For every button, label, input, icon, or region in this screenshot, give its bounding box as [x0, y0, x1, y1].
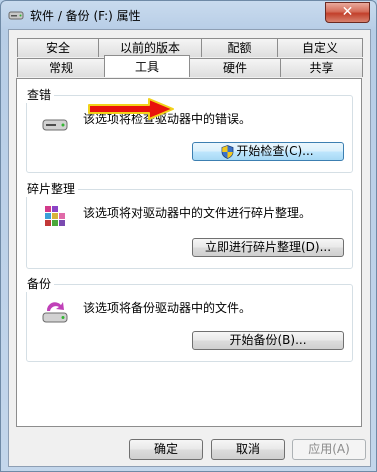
tab-security[interactable]: 安全: [17, 38, 99, 57]
defrag-icon: [45, 206, 65, 226]
backup-description: 该选项将备份驱动器中的文件。: [83, 301, 252, 315]
tab-general[interactable]: 常规: [17, 58, 105, 77]
tab-hardware[interactable]: 硬件: [189, 58, 281, 77]
properties-window: 软件 / 备份 (F:) 属性 ✕ 安全 以前的版本 配额 自定义 常规 工具 …: [0, 0, 377, 472]
cancel-button[interactable]: 取消: [211, 439, 285, 460]
apply-button[interactable]: 应用(A): [292, 439, 366, 460]
dialog-client-area: 安全 以前的版本 配额 自定义 常规 工具 硬件 共享 查错 该选项将检查驱动器…: [8, 29, 371, 467]
defrag-title: 碎片整理: [24, 180, 79, 197]
window-title: 软件 / 备份 (F:) 属性: [30, 9, 141, 23]
uac-shield-icon: [221, 145, 234, 159]
drive-icon: [8, 11, 24, 20]
error-check-group: 查错 该选项将检查驱动器中的错误。 开始检查(C)...: [24, 86, 353, 173]
backup-group: 备份 该选项将备份驱动器中的文件。 开始备份(B)...: [24, 275, 353, 362]
defrag-description: 该选项将对驱动器中的文件进行碎片整理。: [83, 206, 312, 220]
defrag-group: 碎片整理 该选项将对驱动器中的文件进行碎片整理。 立即进行碎片整理(D)...: [24, 180, 353, 269]
backup-icon: [42, 302, 68, 323]
backup-title: 备份: [24, 275, 55, 292]
start-backup-button[interactable]: 开始备份(B)...: [192, 331, 344, 350]
tools-panel: 查错 该选项将检查驱动器中的错误。 开始检查(C)... 碎片整理 该选项将对驱…: [16, 78, 362, 427]
start-check-button[interactable]: 开始检查(C)...: [192, 142, 344, 161]
title-bar: 软件 / 备份 (F:) 属性 ✕: [1, 1, 376, 29]
error-check-title: 查错: [24, 86, 55, 103]
start-check-label: 开始检查(C)...: [236, 144, 314, 158]
drive-check-icon: [42, 119, 68, 131]
tab-tools[interactable]: 工具: [104, 55, 190, 77]
red-arrow-annotation: [88, 98, 174, 120]
defrag-now-button[interactable]: 立即进行碎片整理(D)...: [192, 238, 344, 257]
tab-customize[interactable]: 自定义: [277, 38, 363, 57]
close-button[interactable]: ✕: [325, 2, 370, 23]
tab-quota[interactable]: 配额: [201, 38, 278, 57]
ok-button[interactable]: 确定: [129, 439, 203, 460]
tab-sharing[interactable]: 共享: [280, 58, 363, 77]
